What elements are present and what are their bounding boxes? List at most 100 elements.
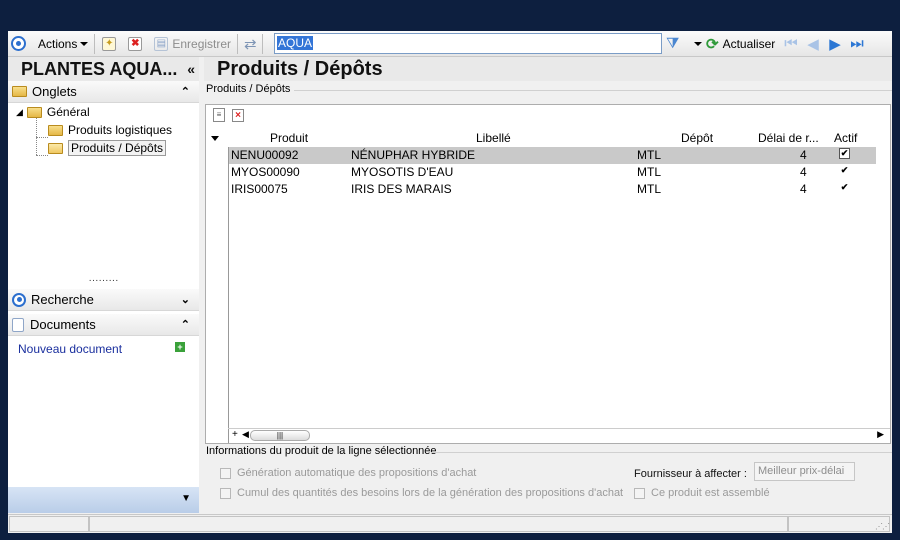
save-icon: ▤ [154,36,169,51]
documents-section-header[interactable]: Documents ⌃ [8,314,199,336]
column-header-depot[interactable]: Dépôt [681,131,713,145]
checkbox[interactable] [220,467,231,479]
last-icon[interactable]: ⏭ [846,35,868,52]
left-panel-footer: ▼ [8,487,199,513]
actions-menu[interactable]: Actions [38,33,89,55]
filter-dropdown[interactable] [691,33,702,55]
chevron-down-icon[interactable]: ▼ [181,493,191,504]
left-panel: PLANTES AQUA... « Onglets ⌃ ◢ Général Pr… [8,57,199,513]
cell-produit: NENU00092 [231,148,299,162]
column-header-actif[interactable]: Actif [834,131,857,145]
horizontal-scrollbar-thumb[interactable]: ||| [250,430,310,441]
plus-icon[interactable]: + [175,342,185,352]
checkbox[interactable] [634,487,645,499]
supplier-field[interactable]: Meilleur prix-délai [754,462,855,481]
tree-node-produits-depots[interactable]: Produits / Dépôts [48,139,167,157]
tree-node-general[interactable]: ◢ Général [16,103,90,121]
new-button[interactable]: ✦ [102,33,117,55]
add-row-icon[interactable]: ≡ [213,108,225,122]
supplier-label: Fournisseur à affecter : [634,468,747,480]
record-navigation: ⏮ ◀ ▶ ⏭ [780,33,868,55]
option-assembled[interactable]: Ce produit est assemblé [634,487,770,499]
cell-depot: MTL [637,165,661,179]
left-panel-title: PLANTES AQUA... « [8,57,199,81]
main-panel: Produits / Dépôts Produits / Dépôts ≡ × … [204,57,892,513]
onglets-section-header[interactable]: Onglets ⌃ [8,81,199,103]
table-row[interactable]: NENU00092 NÉNUPHAR HYBRIDE MTL 4 ✔ [229,147,876,164]
status-cell [89,516,788,532]
option-label: Génération automatique des propositions … [237,467,477,479]
column-header-libelle[interactable]: Libellé [476,131,511,145]
tree-node-produits-logistiques[interactable]: Produits logistiques [48,121,172,139]
save-button[interactable]: ▤ Enregistrer [154,33,231,55]
refresh-label: Actualiser [722,36,776,51]
filter-icon: ⧩ [666,35,680,52]
expand-all-icon[interactable]: + [232,429,238,440]
actif-checkbox[interactable]: ✔ [839,165,850,176]
app-menu-icon [11,36,26,51]
refresh-button[interactable]: ⟳ Actualiser [706,33,775,55]
option-cumul[interactable]: Cumul des quantités des besoins lors de … [220,487,623,499]
collapse-panel-button[interactable]: « [187,61,195,77]
option-label: Ce produit est assemblé [651,487,770,499]
left-panel-title-text: PLANTES AQUA... [21,59,178,79]
panel-splitter[interactable]: ········· [8,276,199,289]
cell-delai: 4 [800,165,807,179]
cell-produit: IRIS00075 [231,182,288,196]
grid-footer: + ◀ ||| ▶ [228,428,890,442]
actif-checkbox[interactable]: ✔ [839,148,850,159]
status-bar: ⋰⋰ [8,514,892,533]
delete-row-icon[interactable]: × [232,108,244,122]
filter-button[interactable]: ⧩ [666,33,679,55]
resize-grip-icon[interactable]: ⋰⋰ [875,522,890,531]
folder-icon [48,124,63,136]
search-input[interactable]: AQUA [274,33,662,54]
prev-icon[interactable]: ◀ [802,35,824,53]
documents-label: Documents [30,317,96,332]
chevron-down-icon[interactable]: ⌄ [181,293,190,306]
delete-icon: ✖ [128,36,143,51]
data-grid: ≡ × Produit Libellé Dépôt Délai de r... … [205,104,891,444]
save-label: Enregistrer [172,36,232,51]
first-icon[interactable]: ⏮ [780,35,802,52]
scroll-right-icon[interactable]: ▶ [877,429,884,440]
column-header-produit[interactable]: Produit [270,131,308,145]
delete-button[interactable]: ✖ [128,33,143,55]
expand-icon[interactable]: ◢ [16,107,23,118]
app-menu-button[interactable] [11,33,26,55]
option-label: Cumul des quantités des besoins lors de … [237,487,624,499]
toolbar-separator [237,33,239,54]
cell-produit: MYOS00090 [231,165,300,179]
grid-header: Produit Libellé Dépôt Délai de r... Acti… [206,129,890,147]
new-icon: ✦ [102,36,117,51]
table-row[interactable]: MYOS00090 MYOSOTIS D'EAU MTL 4 ✔ [229,164,876,181]
toolbar-separator [261,33,263,54]
option-auto-generation[interactable]: Génération automatique des propositions … [220,467,476,479]
folder-icon [12,86,27,97]
search-input-value: AQUA [277,36,314,50]
new-document-label: Nouveau document [18,342,123,356]
checkbox[interactable] [220,487,231,499]
chevron-up-icon[interactable]: ⌃ [181,318,190,331]
tree-line [36,137,48,138]
page-title: Produits / Dépôts [204,57,892,81]
cell-delai: 4 [800,182,807,196]
next-icon[interactable]: ▶ [824,35,846,53]
table-row[interactable]: IRIS00075 IRIS DES MARAIS MTL 4 ✔ [229,181,876,198]
scroll-left-icon[interactable]: ◀ [242,429,249,440]
search-icon [12,292,26,307]
app-window: Actions ✦ ✖ ▤ Enregistrer ⇄ AQUA ⧩ ⟳ Act… [8,31,892,533]
refresh-icon: ⟳ [706,35,719,53]
cell-libelle: MYOSOTIS D'EAU [351,165,454,179]
chevron-down-icon [694,41,702,46]
column-header-delai[interactable]: Délai de r... [758,131,819,145]
grid-toolbar: ≡ × [206,105,890,125]
recherche-section-header[interactable]: Recherche ⌄ [8,289,199,311]
chevron-up-icon[interactable]: ⌃ [181,85,190,98]
actif-checkbox[interactable]: ✔ [839,182,850,193]
sync-button[interactable]: ⇄ [244,33,257,55]
new-document-link[interactable]: Nouveau document + [8,336,199,356]
tree-node-label: Général [46,105,90,119]
folder-open-icon [48,142,63,154]
cell-libelle: IRIS DES MARAIS [351,182,452,196]
